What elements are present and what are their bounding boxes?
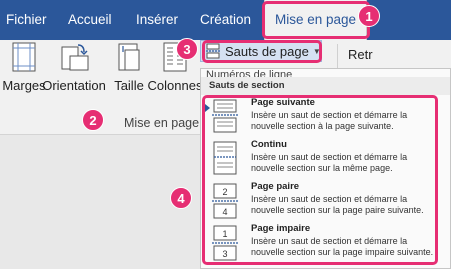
highlight-sauts-de-section [202,95,438,265]
group-label-mise-en-page: Mise en page [124,116,200,130]
badge-1: 1 [358,5,380,27]
orientation-label: Orientation [42,78,106,93]
badge-3: 3 [176,38,198,60]
tab-fichier[interactable]: Fichier [6,0,47,40]
ribbon-tab-bar: Fichier Accueil Insérer Création Mise en… [0,0,451,40]
tab-accueil[interactable]: Accueil [68,0,112,40]
highlight-sauts-de-page [202,40,322,63]
tab-creation[interactable]: Création [200,0,251,40]
numeros-de-ligne-item[interactable]: Numéros de ligne [206,69,292,77]
size-label: Taille [114,78,144,93]
margins-icon [12,42,36,72]
margins-button[interactable]: Marges [2,40,46,132]
highlight-tab-mise-en-page [262,1,370,39]
badge-4: 4 [170,187,192,209]
retrait-label: Retr [348,47,373,62]
orientation-icon [61,44,89,71]
tab-inserer[interactable]: Insérer [136,0,178,40]
columns-label: Colonnes [147,78,203,93]
page-size-icon [118,43,140,71]
margins-label: Marges [2,78,46,93]
badge-2: 2 [82,109,104,131]
dropdown-header-sauts-de-section: Sauts de section [201,77,450,95]
